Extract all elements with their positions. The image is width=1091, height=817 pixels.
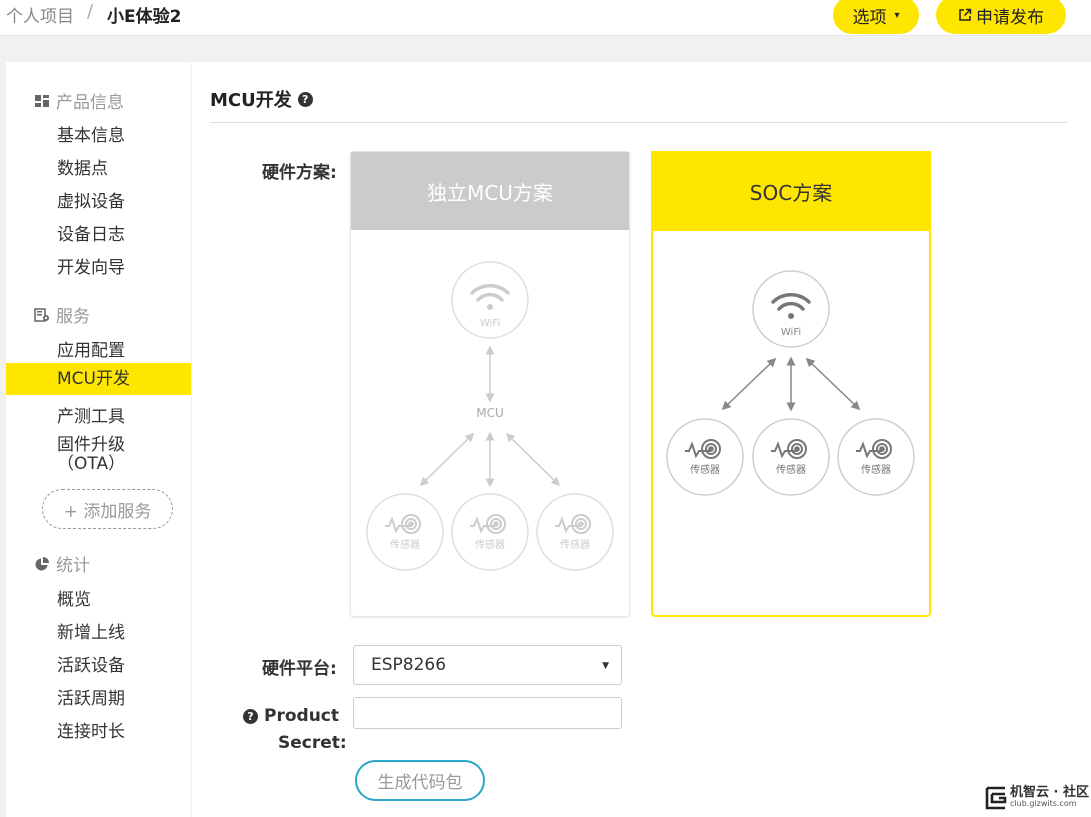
scheme-card-soc[interactable]: SOC方案 WiFi 传感器 传感器 传感器 bbox=[651, 151, 931, 617]
dashboard-icon bbox=[35, 94, 49, 107]
sensor-label: 传感器 bbox=[690, 463, 720, 476]
help-icon[interactable]: ? bbox=[297, 91, 313, 107]
sidebar-item-device-log[interactable]: 设备日志 bbox=[57, 220, 125, 245]
firmware-ota-label: （OTA） bbox=[57, 454, 126, 474]
add-service-button[interactable]: + 添加服务 bbox=[42, 489, 173, 529]
product-secret-label: Product bbox=[264, 706, 339, 726]
page-title-text: MCU开发 bbox=[210, 90, 292, 111]
sidebar-item-app-config[interactable]: 应用配置 bbox=[57, 336, 125, 361]
section-services-label: 服务 bbox=[56, 307, 90, 327]
scheme-card-soc-title: SOC方案 bbox=[651, 151, 931, 231]
section-product-label: 产品信息 bbox=[56, 93, 124, 113]
sensor-label: 传感器 bbox=[861, 463, 891, 476]
caret-down-icon: ▾ bbox=[894, 9, 900, 21]
scheme-card-mcu-title: 独立MCU方案 bbox=[351, 152, 629, 230]
platform-label: 硬件平台: bbox=[262, 659, 337, 679]
main-panel: MCU开发 ? 硬件方案: 独立MCU方案 WiFi MCU 传感器 传感器 传… bbox=[192, 62, 1091, 817]
options-label: 选项 bbox=[852, 7, 887, 28]
firmware-label: 固件升级 bbox=[57, 435, 125, 455]
section-stats: 统计 bbox=[34, 551, 90, 576]
product-secret-label-row: ? Product bbox=[243, 706, 339, 726]
sidebar-item-production-test[interactable]: 产测工具 bbox=[57, 402, 125, 427]
generate-code-button[interactable]: 生成代码包 bbox=[355, 760, 485, 801]
sensor-node: 传感器 bbox=[666, 418, 744, 496]
section-services: 服务 bbox=[34, 302, 90, 327]
gizwits-logo-icon bbox=[985, 786, 1007, 810]
breadcrumb-separator: / bbox=[87, 1, 94, 22]
sensor-node: 传感器 bbox=[536, 493, 614, 571]
pie-chart-icon bbox=[35, 556, 49, 570]
sensor-label: 传感器 bbox=[475, 538, 505, 551]
publish-button[interactable]: 申请发布 bbox=[936, 0, 1066, 34]
page-title: MCU开发 ? bbox=[210, 86, 313, 112]
wifi-node: WiFi bbox=[752, 270, 830, 348]
svg-text:WiFi: WiFi bbox=[480, 318, 500, 329]
sensor-node: 传感器 bbox=[752, 418, 830, 496]
sidebar-item-dev-guide[interactable]: 开发向导 bbox=[57, 253, 125, 278]
sidebar-item-virtual-device[interactable]: 虚拟设备 bbox=[57, 187, 125, 212]
sidebar-item-active-devices[interactable]: 活跃设备 bbox=[57, 651, 125, 676]
sidebar-item-datapoints[interactable]: 数据点 bbox=[57, 154, 108, 179]
watermark-text: 机智云 · 社区 bbox=[1010, 785, 1089, 800]
sensor-node: 传感器 bbox=[366, 493, 444, 571]
sidebar-item-active-period[interactable]: 活跃周期 bbox=[57, 684, 125, 709]
scheme-card-mcu[interactable]: 独立MCU方案 WiFi MCU 传感器 传感器 传感器 bbox=[350, 151, 630, 617]
sidebar: 产品信息 基本信息 数据点 虚拟设备 设备日志 开发向导 服务 应用配置 MCU… bbox=[6, 62, 191, 817]
external-link-icon bbox=[959, 8, 972, 21]
watermark-url: club.gizwits.com bbox=[1010, 799, 1077, 808]
sidebar-item-new-online[interactable]: 新增上线 bbox=[57, 618, 125, 643]
sidebar-item-mcu-dev[interactable]: MCU开发 bbox=[6, 363, 191, 395]
sensor-label: 传感器 bbox=[390, 538, 420, 551]
sensor-label: 传感器 bbox=[560, 538, 590, 551]
product-secret-label-line2: Secret: bbox=[278, 733, 347, 753]
svg-text:WiFi: WiFi bbox=[781, 327, 801, 338]
product-secret-input[interactable] bbox=[353, 697, 622, 729]
section-product: 产品信息 bbox=[34, 88, 124, 113]
watermark: 机智云 · 社区 club.gizwits.com bbox=[985, 786, 1089, 810]
breadcrumb-root[interactable]: 个人项目 bbox=[6, 2, 74, 27]
svg-text:MCU: MCU bbox=[476, 406, 504, 420]
section-stats-label: 统计 bbox=[56, 556, 90, 576]
breadcrumb-current: 小E体验2 bbox=[107, 7, 182, 27]
sidebar-item-basic-info[interactable]: 基本信息 bbox=[57, 121, 125, 146]
sensor-label: 传感器 bbox=[776, 463, 806, 476]
options-button[interactable]: 选项 ▾ bbox=[833, 0, 919, 34]
sidebar-item-overview[interactable]: 概览 bbox=[57, 585, 91, 610]
publish-label: 申请发布 bbox=[976, 7, 1044, 28]
sidebar-item-connect-duration[interactable]: 连接时长 bbox=[57, 717, 125, 742]
product-secret-help-icon[interactable]: ? bbox=[243, 708, 258, 724]
hardware-scheme-label: 硬件方案: bbox=[262, 163, 337, 183]
soc-architecture-diagram: WiFi 传感器 传感器 传感器 bbox=[666, 270, 915, 496]
service-settings-icon bbox=[34, 307, 49, 322]
sidebar-item-firmware-ota[interactable]: 固件升级 （OTA） bbox=[57, 436, 125, 474]
mcu-architecture-diagram: WiFi MCU 传感器 传感器 传感器 bbox=[366, 261, 614, 571]
platform-select-value: ESP8266 bbox=[371, 655, 447, 675]
top-bar: 个人项目 / 小E体验2 选项 ▾ 申请发布 bbox=[0, 0, 1091, 36]
select-caret-icon: ▼ bbox=[602, 661, 609, 671]
title-divider bbox=[210, 122, 1067, 123]
sensor-node: 传感器 bbox=[837, 418, 915, 496]
sensor-node: 传感器 bbox=[451, 493, 529, 571]
wifi-node: WiFi bbox=[451, 261, 529, 339]
platform-select[interactable]: ESP8266 ▼ bbox=[353, 645, 622, 685]
